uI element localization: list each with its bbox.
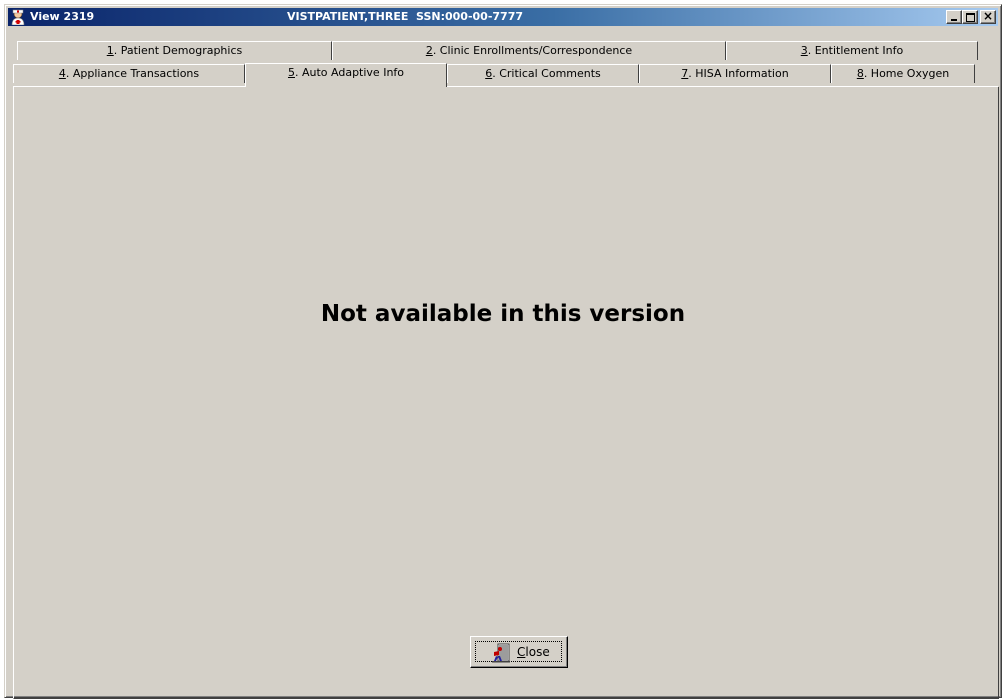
- tab-panel-top-edge: [13, 86, 998, 87]
- tab-hisa-information[interactable]: 7. HISA Information: [639, 64, 831, 83]
- close-button[interactable]: Close: [470, 636, 568, 668]
- caption-buttons: ×: [946, 10, 996, 24]
- title-bar[interactable]: View 2319 VISTPATIENT,THREE SSN:000-00-7…: [8, 8, 998, 26]
- tab-hotkey: 2: [425, 44, 433, 57]
- tab-label: . Critical Comments: [492, 67, 601, 80]
- close-window-button[interactable]: ×: [980, 10, 996, 24]
- tab-panel: [13, 87, 999, 699]
- tab-patient-demographics[interactable]: 1. Patient Demographics: [17, 41, 332, 60]
- not-available-message: Not available in this version: [320, 301, 686, 327]
- window-title: View 2319: [30, 10, 95, 23]
- tab-hotkey: 8: [856, 67, 864, 80]
- maximize-button[interactable]: [962, 10, 978, 24]
- tab-label: . Patient Demographics: [113, 44, 243, 57]
- tab-label: . Clinic Enrollments/Correspondence: [432, 44, 633, 57]
- tab-critical-comments[interactable]: 6. Critical Comments: [447, 64, 639, 83]
- tab-appliance-transactions[interactable]: 4. Appliance Transactions: [13, 64, 245, 83]
- tab-home-oxygen[interactable]: 8. Home Oxygen: [831, 64, 975, 83]
- door-exit-icon: [492, 643, 510, 663]
- tab-clinic-enrollments[interactable]: 2. Clinic Enrollments/Correspondence: [332, 41, 726, 60]
- tab-label: . Appliance Transactions: [65, 67, 200, 80]
- tab-hotkey: 5: [287, 66, 295, 79]
- view-window: View 2319 VISTPATIENT,THREE SSN:000-00-7…: [4, 4, 1002, 699]
- tab-hotkey: 1: [106, 44, 114, 57]
- tab-auto-adaptive-info[interactable]: 5. Auto Adaptive Info: [245, 63, 447, 87]
- tab-label: . Auto Adaptive Info: [294, 66, 405, 79]
- tab-label: . Home Oxygen: [863, 67, 950, 80]
- tab-hotkey: 3: [800, 44, 808, 57]
- patient-info: VISTPATIENT,THREE SSN:000-00-7777: [287, 10, 524, 23]
- tab-label: . HISA Information: [688, 67, 789, 80]
- tab-hotkey: 4: [58, 67, 66, 80]
- tab-label: . Entitlement Info: [807, 44, 904, 57]
- minimize-button[interactable]: [946, 10, 962, 24]
- medical-app-icon: [11, 9, 25, 25]
- close-button-label: Close: [517, 645, 550, 659]
- tab-entitlement-info[interactable]: 3. Entitlement Info: [726, 41, 978, 60]
